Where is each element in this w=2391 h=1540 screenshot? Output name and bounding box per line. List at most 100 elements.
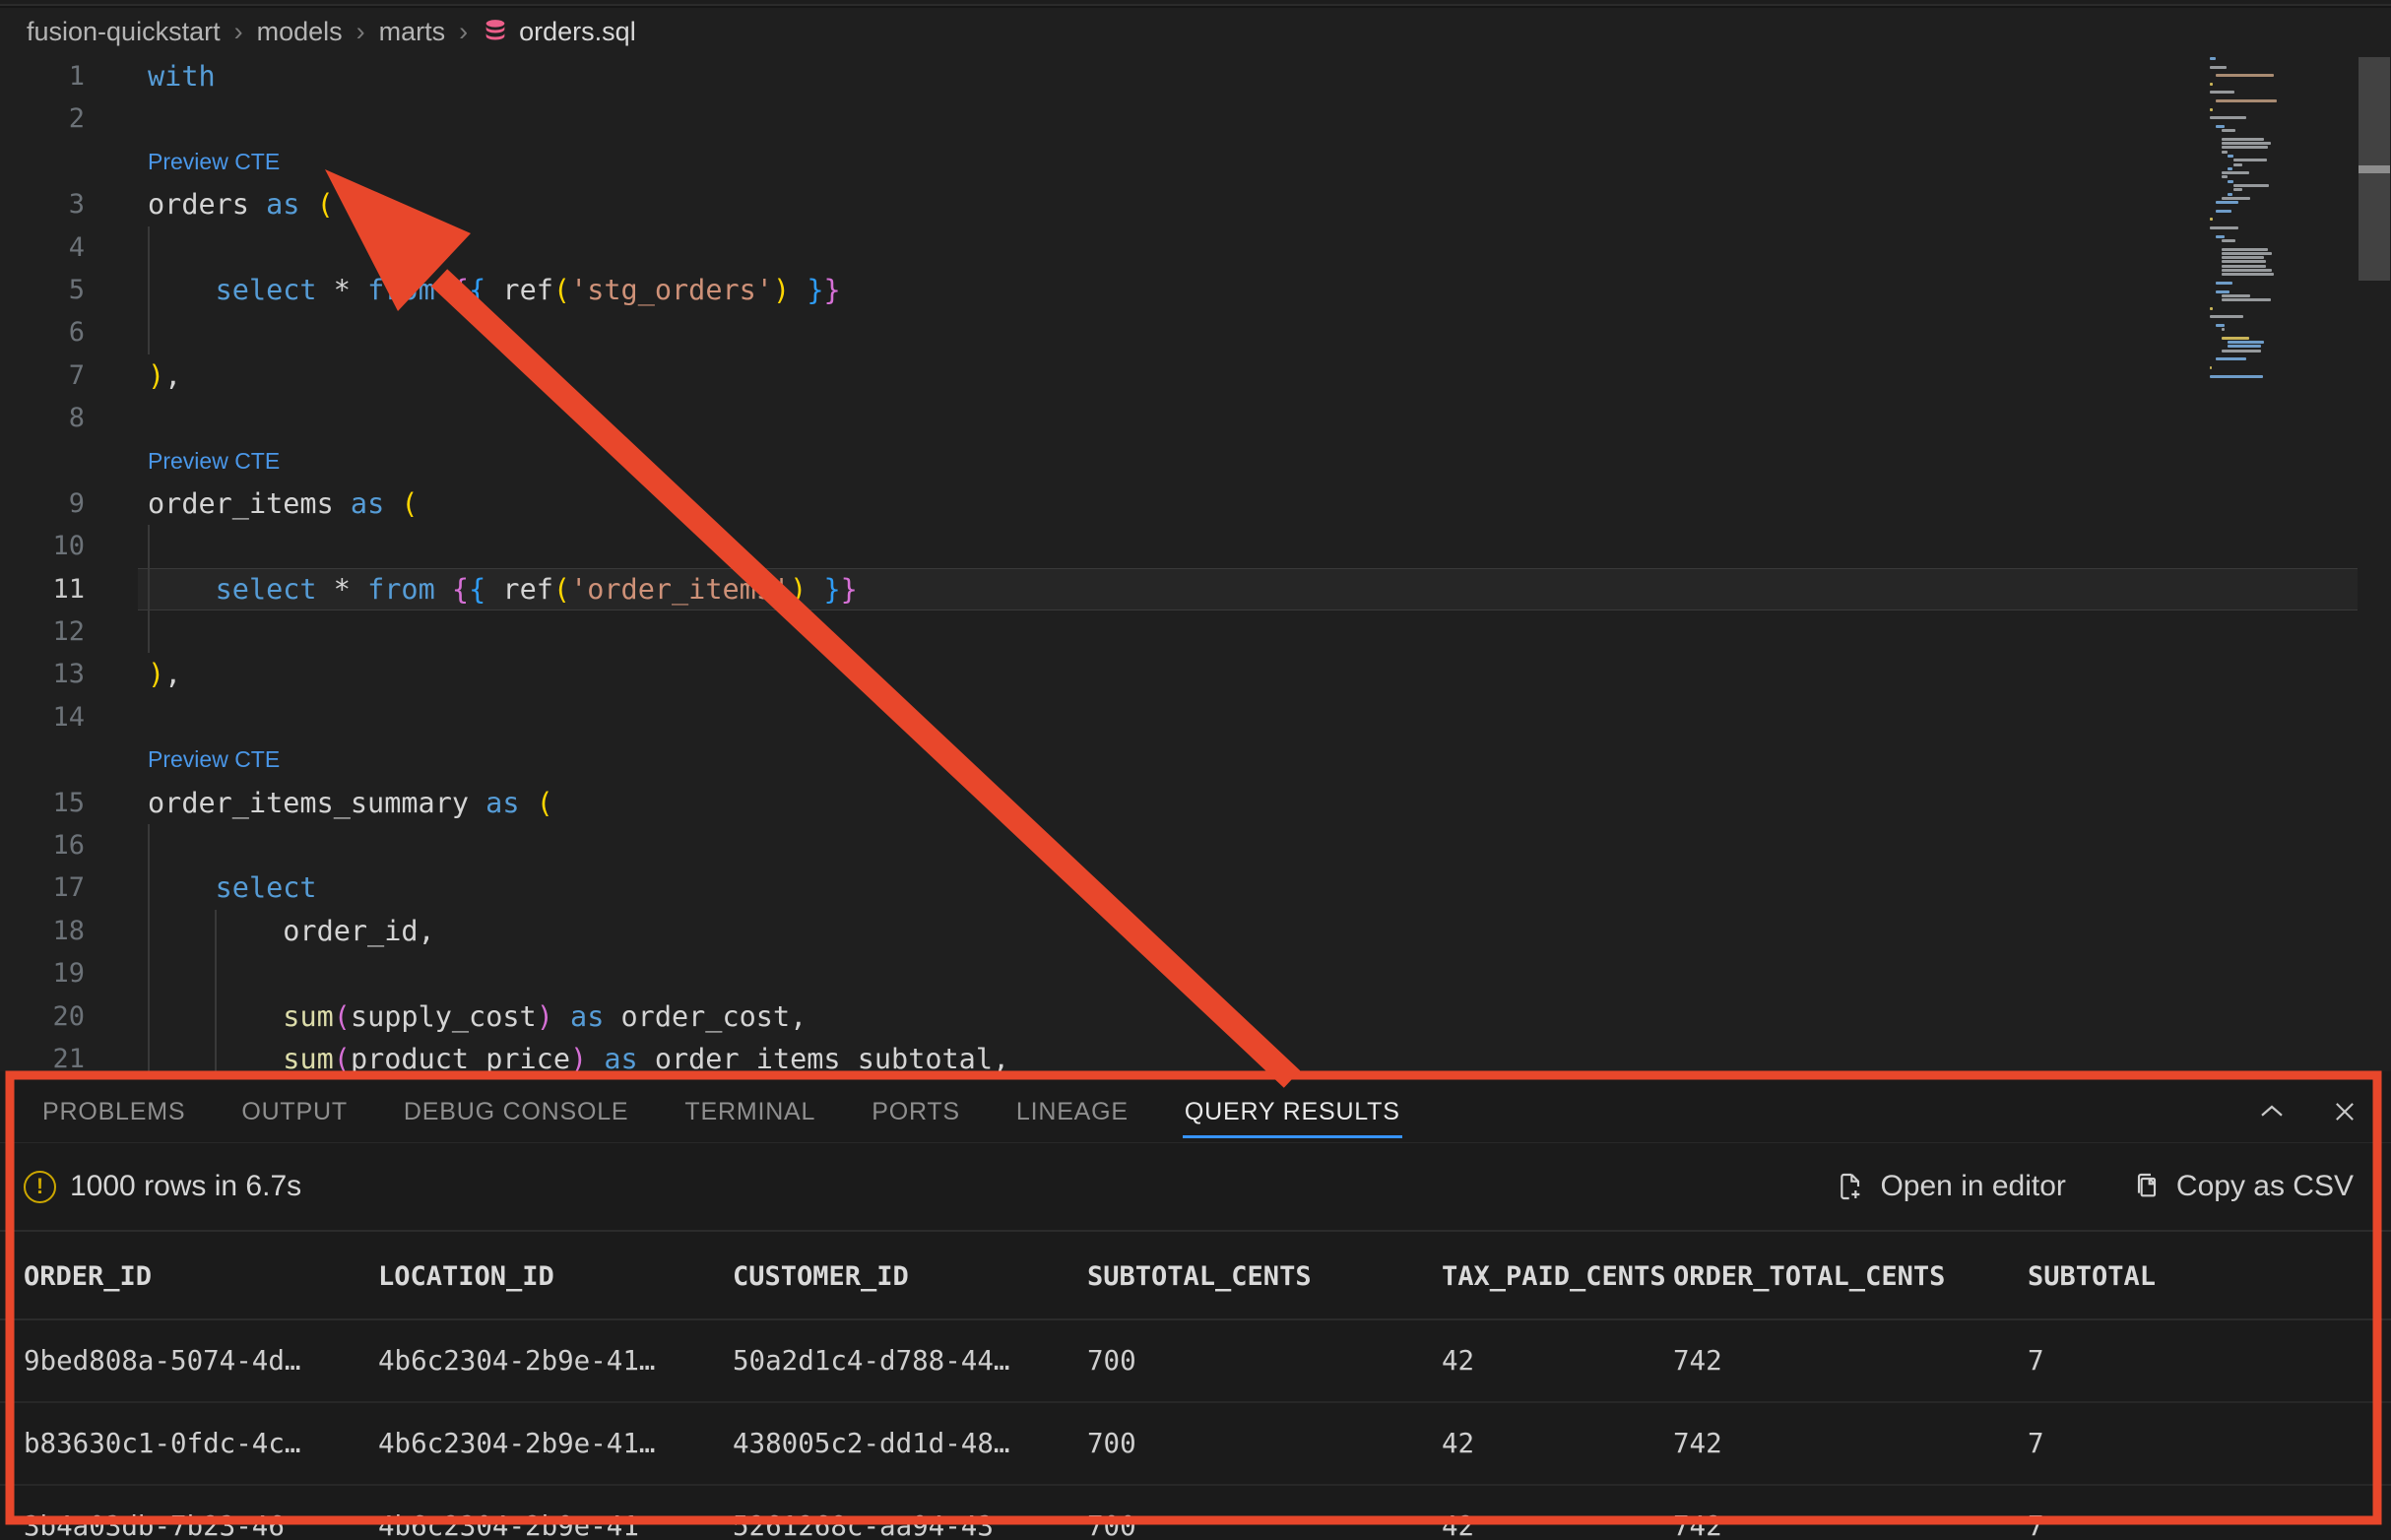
minimap-line	[2222, 294, 2250, 297]
code-line-11[interactable]: 11 select * from {{ ref('order_items') }…	[0, 568, 2391, 610]
minimap-line	[2222, 252, 2272, 255]
table-cell: 5261268c-aa94-43	[733, 1510, 1087, 1540]
table-cell: 4b6c2304-2b9e-41…	[378, 1428, 733, 1459]
table-row-3[interactable]: 3b4a03db-7b23-464b6c2304-2b9e-415261268c…	[0, 1486, 2391, 1540]
line-number: 14	[0, 696, 85, 738]
editor-scrollbar[interactable]	[2358, 55, 2391, 1071]
panel-tab-lineage[interactable]: LINEAGE	[1016, 1081, 1129, 1142]
minimap-line	[2222, 269, 2272, 272]
breadcrumb-item[interactable]: fusion-quickstart	[27, 17, 221, 47]
minimap-line	[2210, 108, 2213, 111]
panel-tab-output[interactable]: OUTPUT	[241, 1081, 348, 1142]
indent-guide	[148, 610, 150, 653]
maximize-panel-icon[interactable]	[2255, 1095, 2289, 1128]
line-number: 3	[0, 183, 85, 225]
panel-tab-ports[interactable]: PORTS	[872, 1081, 960, 1142]
column-header-location_id[interactable]: LOCATION_ID	[378, 1261, 733, 1292]
code-line-7[interactable]: 7),	[0, 354, 2391, 397]
column-header-customer_id[interactable]: CUSTOMER_ID	[733, 1261, 1087, 1292]
line-number: 5	[0, 269, 85, 311]
minimap[interactable]	[2204, 57, 2358, 1069]
minimap-line	[2233, 184, 2269, 187]
minimap-line	[2222, 298, 2271, 301]
minimap-line	[2228, 155, 2233, 158]
minimap-line	[2233, 159, 2267, 161]
indent-guide	[148, 226, 150, 269]
line-number: 12	[0, 610, 85, 653]
table-cell: 42	[1442, 1428, 1673, 1459]
code-line-6[interactable]: 6	[0, 311, 2391, 353]
minimap-line	[2222, 350, 2261, 353]
line-number: 16	[0, 824, 85, 866]
preview-cte-lens[interactable]: Preview CTE	[148, 746, 280, 772]
minimap-line	[2210, 366, 2212, 369]
table-row-1[interactable]: 9bed808a-5074-4d…4b6c2304-2b9e-41…50a2d1…	[0, 1320, 2391, 1403]
row-count-status: 1000 rows in 6.7s	[70, 1170, 301, 1203]
code-line-10[interactable]: 10	[0, 525, 2391, 567]
open-in-editor-button[interactable]: Open in editor	[1835, 1170, 2065, 1203]
code-line-18[interactable]: 18 order_id,	[0, 910, 2391, 952]
code-line-15[interactable]: 15order_items_summary as (	[0, 782, 2391, 824]
code-line-5[interactable]: 5 select * from {{ ref('stg_orders') }}	[0, 269, 2391, 311]
minimap-line	[2222, 273, 2274, 276]
code-line-20[interactable]: 20 sum(supply_cost) as order_cost,	[0, 995, 2391, 1038]
panel-tab-bar: PROBLEMS OUTPUT DEBUG CONSOLE TERMINAL PORTS…	[42, 1081, 2214, 1142]
line-number: 8	[0, 397, 85, 439]
panel-tab-query-results[interactable]: QUERY RESULTS	[1185, 1081, 1400, 1142]
warning-circle-icon: !	[24, 1171, 56, 1203]
code-line-2[interactable]: 2	[0, 97, 2391, 140]
code-line-21[interactable]: 21 sum(product_price) as order_items_sub…	[0, 1038, 2391, 1071]
column-header-subtotal_cents[interactable]: SUBTOTAL_CENTS	[1087, 1261, 1442, 1292]
code-text: with	[148, 55, 216, 97]
code-line-8[interactable]: 8	[0, 397, 2391, 439]
panel-tab-terminal[interactable]: TERMINAL	[684, 1081, 815, 1142]
code-line-19[interactable]: 19	[0, 952, 2391, 995]
minimap-line	[2210, 226, 2238, 229]
line-number: 11	[0, 568, 85, 610]
code-line-14[interactable]: 14	[0, 696, 2391, 738]
code-line-4[interactable]: 4	[0, 226, 2391, 269]
panel-tab-debug-console[interactable]: DEBUG CONSOLE	[404, 1081, 629, 1142]
line-number: 21	[0, 1038, 85, 1071]
panel-tab-problems[interactable]: PROBLEMS	[42, 1081, 185, 1142]
breadcrumb-file[interactable]: orders.sql	[482, 17, 636, 47]
code-line-13[interactable]: 13),	[0, 653, 2391, 695]
code-line-1[interactable]: 1 with	[0, 55, 2391, 97]
minimap-line	[2228, 193, 2232, 196]
column-header-tax_paid_cents[interactable]: TAX_PAID_CENTS	[1442, 1261, 1673, 1292]
code-text: order_items as (	[148, 482, 419, 525]
code-line-16[interactable]: 16	[0, 824, 2391, 866]
breadcrumb-item[interactable]: marts	[379, 17, 446, 47]
code-editor[interactable]: 1 with2 Preview CTE 3orders as (45 select *…	[0, 55, 2391, 1071]
code-line-17[interactable]: 17 select	[0, 866, 2391, 909]
code-line-12[interactable]: 12	[0, 610, 2391, 653]
preview-cte-lens[interactable]: Preview CTE	[148, 448, 280, 474]
preview-cte-lens[interactable]: Preview CTE	[148, 149, 280, 174]
table-row-2[interactable]: b83630c1-0fdc-4c…4b6c2304-2b9e-41…438005…	[0, 1403, 2391, 1486]
table-cell: 742	[1673, 1345, 2028, 1377]
minimap-line	[2228, 345, 2261, 348]
copy-icon	[2131, 1171, 2163, 1202]
code-text: ),	[148, 653, 181, 695]
close-panel-icon[interactable]	[2328, 1095, 2361, 1128]
line-number: 1	[0, 55, 85, 97]
copy-as-csv-button[interactable]: Copy as CSV	[2131, 1170, 2354, 1203]
bottom-panel: PROBLEMS OUTPUT DEBUG CONSOLE TERMINAL PORTS…	[0, 1071, 2391, 1540]
code-lens-row: Preview CTE	[0, 440, 2391, 482]
column-header-order_id[interactable]: ORDER_ID	[24, 1261, 378, 1292]
minimap-line	[2210, 116, 2246, 119]
table-cell: 742	[1673, 1510, 2028, 1540]
column-header-order_total_cents[interactable]: ORDER_TOTAL_CENTS	[1673, 1261, 2028, 1292]
panel-window-buttons	[2255, 1081, 2361, 1142]
scrollbar-cursor-marker	[2359, 165, 2390, 173]
minimap-line	[2216, 290, 2229, 293]
column-header-subtotal[interactable]: SUBTOTAL	[2028, 1261, 2391, 1292]
table-cell: 700	[1087, 1510, 1442, 1540]
code-line-9[interactable]: 9order_items as (	[0, 482, 2391, 525]
breadcrumb-item[interactable]: models	[257, 17, 343, 47]
table-cell: 700	[1087, 1345, 1442, 1377]
code-line-3[interactable]: 3orders as (	[0, 183, 2391, 225]
minimap-line	[2216, 125, 2225, 128]
minimap-line	[2222, 328, 2225, 331]
minimap-line	[2210, 66, 2227, 69]
